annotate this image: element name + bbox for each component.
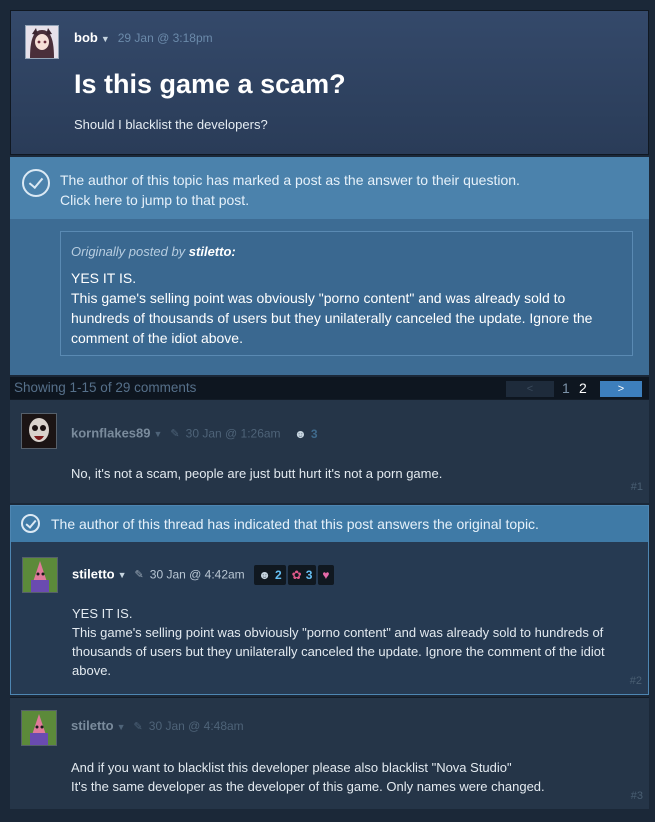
baby-face-icon: ☻ — [258, 568, 271, 582]
comment-text: No, it's not a scam, people are just but… — [71, 466, 443, 481]
answer-quote: Originally posted by stiletto: YES IT IS… — [60, 231, 633, 356]
pencil-icon: ✎ — [170, 428, 180, 441]
comment-date: 30 Jan @ 1:26am — [185, 426, 281, 441]
comment-paging-bar: Showing 1-15 of 29 comments < 1 2 > — [10, 377, 649, 399]
comment-line2: It's the same developer as the developer… — [71, 779, 545, 794]
comment-number[interactable]: #3 — [631, 790, 643, 802]
comment-header: stiletto ▼ ✎ 30 Jan @ 4:42am ☻ 2 ✿ 3 ♥ — [72, 565, 334, 585]
discussion-page: bob ▼ 29 Jan @ 3:18pm Is this game a scam?… — [10, 10, 649, 809]
jump-to-answer-link[interactable]: Click here to jump to that post. — [60, 190, 520, 210]
comment-line1: YES IT IS. — [72, 606, 133, 621]
comment-date: 30 Jan @ 4:42am — [149, 567, 245, 582]
comment-header: kornflakes89 ▼ ✎ 30 Jan @ 1:26am ☻ 3 — [71, 424, 322, 444]
comment-count: Showing 1-15 of 29 comments — [14, 380, 197, 395]
pencil-icon: ✎ — [134, 569, 144, 582]
award-badge[interactable]: ☻ 3 — [290, 424, 321, 444]
comment-number[interactable]: #1 — [631, 481, 643, 493]
chevron-down-icon[interactable]: ▼ — [101, 34, 110, 44]
topic-author-line: bob ▼ 29 Jan @ 3:18pm — [74, 30, 213, 45]
answer-notice: The author of this topic has marked a po… — [10, 157, 649, 375]
commenter-avatar[interactable] — [21, 710, 57, 746]
commenter-name[interactable]: kornflakes89 — [71, 425, 151, 440]
quote-line2: This game's selling point was obviously … — [71, 290, 593, 346]
answer-banner-text: The author of this thread has indicated … — [51, 516, 539, 532]
comment-header: stiletto ▼ ✎ 30 Jan @ 4:48am — [71, 718, 244, 733]
comment-text: YES IT IS. This game's selling point was… — [72, 604, 637, 680]
topic-date: 29 Jan @ 3:18pm — [117, 31, 213, 45]
answer-notice-line1: The author of this topic has marked a po… — [60, 172, 520, 188]
comment-2-answer: The author of this thread has indicated … — [10, 505, 649, 695]
author-avatar[interactable] — [25, 25, 59, 59]
award-count: 3 — [305, 568, 313, 582]
topic-author-name[interactable]: bob — [74, 30, 98, 45]
comment-line2: This game's selling point was obviously … — [72, 625, 605, 678]
commenter-avatar[interactable] — [21, 413, 57, 449]
topic-header: bob ▼ 29 Jan @ 3:18pm Is this game a scam?… — [10, 10, 649, 155]
comment-date: 30 Jan @ 4:48am — [148, 719, 244, 733]
page-current-2: 2 — [579, 380, 587, 396]
next-page-button[interactable]: > — [600, 381, 642, 397]
heart-gem-icon: ♥ — [322, 568, 330, 582]
commenter-avatar[interactable] — [22, 557, 58, 593]
quote-line1: YES IT IS. — [71, 270, 137, 286]
topic-description: Should I blacklist the developers? — [74, 117, 268, 132]
topic-title: Is this game a scam? — [74, 69, 346, 99]
quote-header: Originally posted by stiletto: — [71, 242, 622, 262]
award-count: 2 — [274, 568, 282, 582]
answer-notice-bar[interactable]: The author of this topic has marked a po… — [10, 157, 649, 219]
chevron-down-icon[interactable]: ▼ — [118, 570, 127, 580]
prev-page-button[interactable]: < — [506, 381, 554, 397]
comment-3: stiletto ▼ ✎ 30 Jan @ 4:48am And if you wan… — [10, 697, 649, 809]
award-badge[interactable]: ☻ 2 — [254, 565, 286, 585]
award-badge[interactable]: ✿ 3 — [287, 565, 317, 585]
comment-line1: And if you want to blacklist this develo… — [71, 760, 512, 775]
answer-banner: The author of this thread has indicated … — [11, 506, 648, 542]
check-circle-icon — [22, 169, 50, 197]
baby-face-icon: ☻ — [294, 427, 307, 441]
answer-notice-message[interactable]: The author of this topic has marked a po… — [60, 170, 520, 210]
comment-text: And if you want to blacklist this develo… — [71, 758, 636, 796]
chevron-down-icon[interactable]: ▼ — [117, 722, 126, 732]
pencil-icon: ✎ — [133, 721, 143, 733]
page-link-1[interactable]: 1 — [562, 380, 570, 396]
comment-1: kornflakes89 ▼ ✎ 30 Jan @ 1:26am ☻ 3 No, it'… — [10, 399, 649, 503]
chevron-down-icon[interactable]: ▼ — [154, 429, 163, 439]
check-circle-icon — [21, 514, 40, 533]
quote-author: stiletto: — [188, 244, 236, 259]
quote-prefix: Originally posted by — [71, 244, 186, 259]
commenter-name[interactable]: stiletto — [71, 718, 114, 733]
comment-number[interactable]: #2 — [630, 675, 642, 687]
candy-icon: ✿ — [291, 568, 302, 582]
award-count: 3 — [310, 427, 318, 441]
award-badge[interactable]: ♥ — [318, 565, 334, 585]
commenter-name[interactable]: stiletto — [72, 566, 115, 581]
